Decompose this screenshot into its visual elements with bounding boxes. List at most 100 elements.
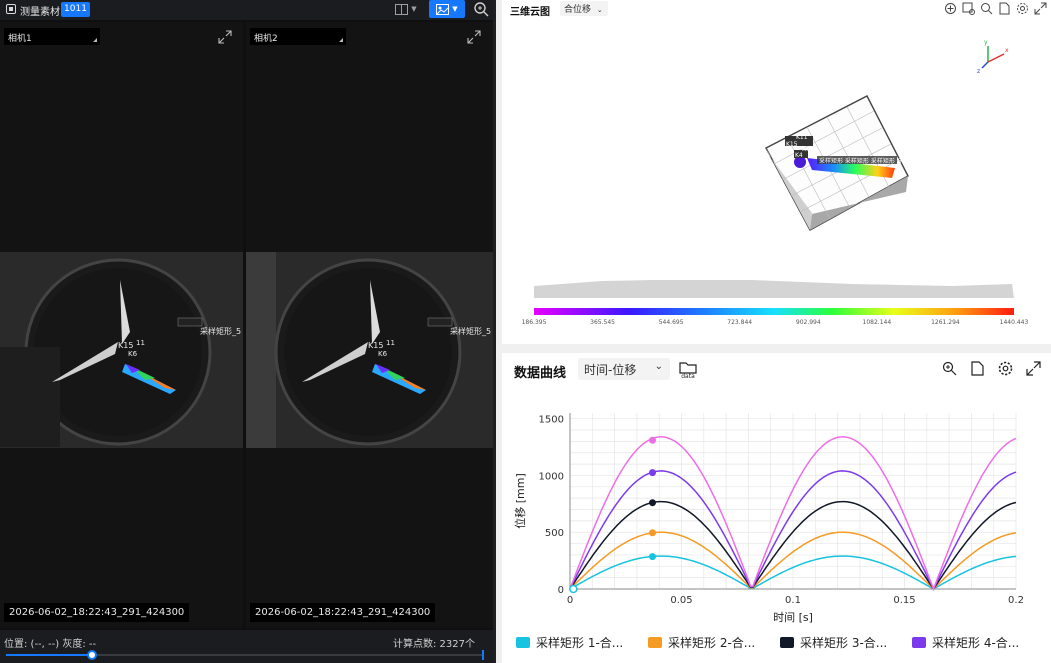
- material-icon: [6, 4, 16, 14]
- histogram: [534, 280, 1014, 298]
- color-bar: [534, 308, 1014, 315]
- y-tick-label: 1000: [539, 471, 564, 482]
- legend-swatch: [912, 637, 926, 648]
- y-tick-label: 500: [545, 528, 564, 539]
- 3d-scene[interactable]: y x z K11 K15 K6 K4 采样矩形 采样矩形 采样矩形_5 186…: [502, 18, 1051, 344]
- axis-label: z: [977, 68, 980, 75]
- displacement-chart[interactable]: 0 0.05 0.1 0.15 0.2 0 500 1000 1500 时间 [s] 位移 [mm]…: [502, 393, 1051, 663]
- camera-view-2[interactable]: 相机2 采样矩形_5 K15 11 K6 2026-06-02_18:22:43…: [246, 22, 493, 628]
- frame-badge[interactable]: 1011: [61, 2, 90, 17]
- document-icon[interactable]: [998, 2, 1011, 15]
- legend-label: 采样矩形 2-合...: [668, 635, 755, 650]
- colorbar-ticks: 186.395 365.545 544.695 723.844 902.994 1082.…: [522, 319, 1029, 326]
- chevron-down-icon: ⌄: [654, 361, 663, 372]
- overlay-label: K6: [128, 350, 138, 358]
- colorbar-tick-label: 723.844: [727, 319, 752, 326]
- panel-title: 三维云图: [510, 7, 550, 18]
- expand-icon[interactable]: [467, 30, 481, 44]
- chevron-down-icon: ▼: [411, 5, 417, 13]
- status-bar: 位置: (--, --) 灰度: -- 计算点数: 2327个: [0, 630, 493, 663]
- measurement-panel: 测量素材 1011 ▼ ▼ 相机1 采样矩形_5 K15 11 K6 2026-…: [0, 0, 493, 663]
- scene-label: K11: [796, 134, 808, 141]
- zoom-icon[interactable]: [942, 361, 957, 376]
- axis-label: y: [984, 39, 988, 46]
- legend-label: 采样矩形 3-合...: [800, 635, 887, 650]
- colorbar-tick-label: 1082.144: [863, 319, 892, 326]
- y-tick-label: 0: [558, 585, 564, 596]
- scene-label: 采样矩形 采样矩形 采样矩形_5: [819, 157, 902, 165]
- zoom-icon[interactable]: [980, 2, 993, 15]
- colorbar-tick-label: 186.395: [522, 319, 547, 326]
- axis-triad: y x z: [977, 39, 1009, 75]
- zoom-icon[interactable]: [473, 1, 489, 17]
- colorbar-tick-label: 544.695: [659, 319, 684, 326]
- cursor-position: 位置: (--, --) 灰度: --: [4, 639, 97, 650]
- series-marker: [649, 499, 657, 507]
- series-marker: [649, 553, 657, 561]
- series-marker: [649, 469, 657, 477]
- colorbar-tick-label: 1261.294: [931, 319, 960, 326]
- series-marker: [649, 529, 657, 537]
- overlay-label: 采样矩形_5: [450, 326, 491, 336]
- camera-select[interactable]: 相机1: [4, 28, 100, 45]
- frame-timestamp: 2026-06-02_18:22:43_291_424300: [4, 603, 190, 622]
- legend-swatch: [780, 637, 794, 648]
- gear-icon[interactable]: [1016, 2, 1029, 15]
- expand-icon[interactable]: [218, 30, 232, 44]
- curve-mode-select[interactable]: 时间-位移 ⌄: [578, 358, 670, 380]
- camera-image: 采样矩形_5 K15 11 K6: [246, 252, 493, 448]
- camera-select[interactable]: 相机2: [250, 28, 346, 45]
- toolbar-title: 测量素材: [20, 7, 60, 18]
- axis-label: x: [1005, 47, 1009, 54]
- camera-view-1[interactable]: 相机1 采样矩形_5 K15 11 K6 2026-06-02_18:22:43…: [0, 22, 243, 628]
- gear-icon[interactable]: [998, 361, 1013, 376]
- expand-icon[interactable]: [1034, 2, 1047, 15]
- legend-swatch: [648, 637, 662, 648]
- legend-swatch: [516, 637, 530, 648]
- legend-label: 采样矩形 4-合...: [932, 635, 1019, 650]
- x-tick-label: 0: [567, 595, 573, 606]
- panel-title: 数据曲线: [514, 366, 567, 381]
- expand-icon[interactable]: [1026, 361, 1041, 376]
- colorbar-tick-label: 365.545: [590, 319, 615, 326]
- component-select-value: 合位移: [564, 5, 592, 15]
- point-count: 计算点数: 2327个: [393, 639, 475, 650]
- colorbar-tick-label: 1440.443: [1000, 319, 1029, 326]
- image-export-icon[interactable]: [962, 2, 975, 15]
- image-mode-button[interactable]: ▼: [429, 0, 465, 18]
- origin-marker: [569, 584, 578, 594]
- chart-toolbar: [942, 361, 1041, 376]
- document-icon[interactable]: [970, 361, 985, 376]
- scene-label: K6: [802, 146, 810, 153]
- x-axis-label: 时间 [s]: [773, 611, 813, 624]
- curve-mode-value: 时间-位移: [584, 363, 637, 377]
- y-tick-label: 1500: [539, 415, 564, 426]
- colorbar-tick-label: 902.994: [796, 319, 821, 326]
- data-export-icon[interactable]: data: [678, 361, 698, 379]
- y-axis-label: 位移 [mm]: [513, 473, 527, 529]
- component-select[interactable]: 合位移 ⌄: [560, 1, 608, 16]
- x-tick-label: 0.05: [670, 595, 692, 606]
- slider-thumb[interactable]: [86, 650, 97, 660]
- layout-toggle-button[interactable]: ▼: [388, 0, 424, 18]
- frame-slider[interactable]: [6, 650, 484, 660]
- series-marker: [649, 436, 657, 444]
- frame-timestamp: 2026-06-02_18:22:43_291_424300: [250, 603, 436, 622]
- chevron-down-icon: ▼: [452, 5, 458, 13]
- split-view-icon: [395, 3, 409, 15]
- scene-label: K15: [786, 141, 798, 148]
- 3d-toolbar: [944, 2, 1047, 15]
- scene-label: K4: [795, 152, 803, 159]
- data-icon-label: data: [681, 373, 695, 379]
- camera-image: 采样矩形_5 K15 11 K6: [0, 252, 243, 448]
- data-curve-panel: 数据曲线 时间-位移 ⌄ data 0 0.05 0.1 0.15 0.2 0 500 1000…: [502, 353, 1051, 663]
- overlay-label: K15: [368, 341, 383, 350]
- measurement-toolbar: 测量素材 1011 ▼ ▼: [0, 0, 493, 20]
- slider-fill: [6, 654, 92, 656]
- add-view-icon[interactable]: [944, 2, 957, 15]
- x-tick-label: 0.1: [785, 595, 801, 606]
- image-settings-icon: [436, 3, 450, 15]
- x-tick-label: 0.2: [1008, 595, 1024, 606]
- overlay-label: 11: [136, 339, 145, 347]
- overlay-label: K6: [378, 350, 388, 358]
